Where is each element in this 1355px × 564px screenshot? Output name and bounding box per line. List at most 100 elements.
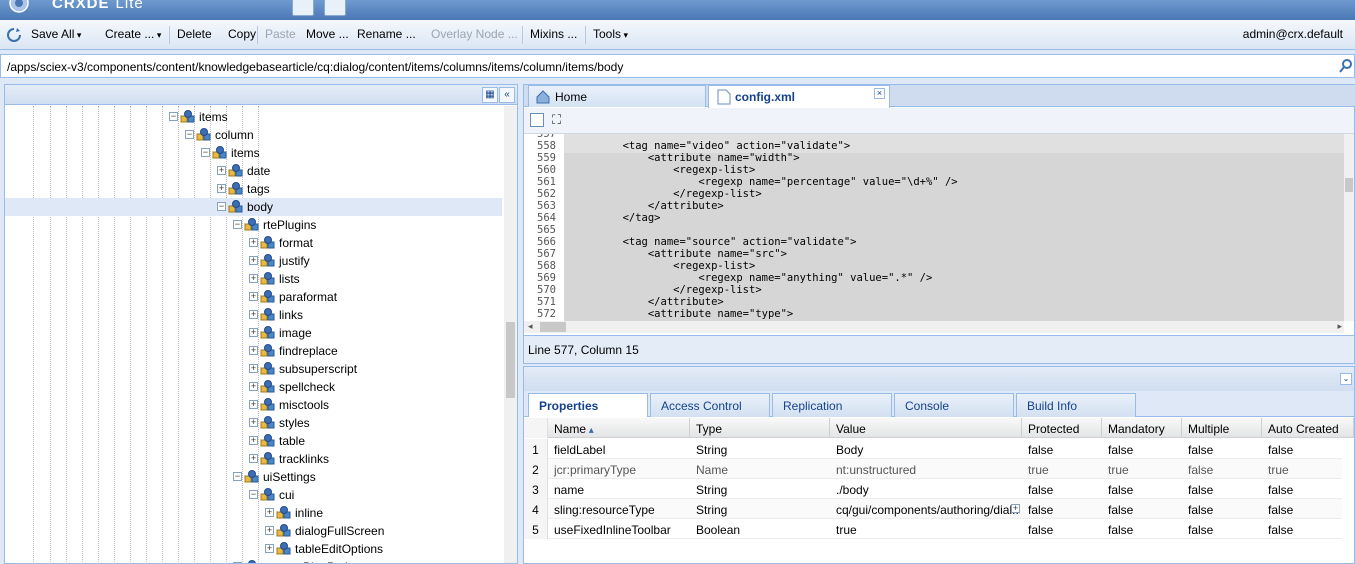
- collapse-toggle-icon[interactable]: −: [249, 490, 258, 499]
- expand-toggle-icon[interactable]: +: [265, 544, 274, 553]
- collapse-down-icon[interactable]: ⌄: [1340, 373, 1352, 385]
- collapse-panel-icon[interactable]: «: [499, 87, 515, 103]
- tree-node-dialogfullscreen[interactable]: + dialogFullScreen: [5, 522, 502, 540]
- cell-mandatory[interactable]: false: [1108, 483, 1180, 497]
- cell-multiple[interactable]: false: [1188, 443, 1260, 457]
- tree-node-uisettings[interactable]: − uiSettings: [5, 468, 502, 486]
- cell-protected[interactable]: false: [1028, 483, 1100, 497]
- save-all-button[interactable]: Save All ▾: [31, 27, 81, 41]
- expand-value-icon[interactable]: +: [1011, 504, 1020, 513]
- cell-value[interactable]: ./body: [836, 483, 1020, 497]
- delete-button[interactable]: Delete: [177, 27, 212, 41]
- expand-toggle-icon[interactable]: +: [249, 400, 258, 409]
- tree-node-inline[interactable]: + inline: [5, 504, 502, 522]
- cell-name[interactable]: useFixedInlineToolbar: [554, 523, 688, 537]
- expand-toggle-icon[interactable]: +: [249, 310, 258, 319]
- create-button[interactable]: Create ... ▾: [105, 27, 161, 41]
- tab-access-control[interactable]: Access Control: [650, 393, 770, 417]
- expand-toggle-icon[interactable]: +: [265, 508, 274, 517]
- tree-node-misctools[interactable]: + misctools: [5, 396, 502, 414]
- move-button[interactable]: Move ...: [306, 27, 349, 41]
- tree-node-rteplugins[interactable]: − rtePlugins: [5, 216, 502, 234]
- cell-type[interactable]: String: [696, 443, 828, 457]
- search-icon[interactable]: [1338, 58, 1354, 74]
- cell-mandatory[interactable]: false: [1108, 523, 1180, 537]
- cell-protected[interactable]: false: [1028, 523, 1100, 537]
- tab-console[interactable]: Console: [894, 393, 1014, 417]
- tree-node-date[interactable]: + date: [5, 162, 502, 180]
- expand-toggle-icon[interactable]: +: [249, 346, 258, 355]
- collapse-toggle-icon[interactable]: −: [233, 220, 242, 229]
- user-label[interactable]: admin@crx.default: [1243, 27, 1343, 41]
- tree-node-body[interactable]: − body: [5, 198, 502, 216]
- tab-home[interactable]: Home: [528, 85, 706, 107]
- tree-node-justify[interactable]: + justify: [5, 252, 502, 270]
- cell-auto[interactable]: false: [1268, 503, 1352, 517]
- tree-node-lists[interactable]: + lists: [5, 270, 502, 288]
- tree-node-supportplanpath[interactable]: +supportPlanPath: [5, 558, 502, 563]
- column-header-auto-created[interactable]: Auto Created: [1262, 418, 1354, 438]
- expand-toggle-icon[interactable]: +: [249, 238, 258, 247]
- tools-button[interactable]: Tools ▾: [593, 27, 628, 41]
- table-row[interactable]: 2 jcr:primaryType Name nt:unstructured true t…: [524, 459, 1342, 479]
- expand-toggle-icon[interactable]: +: [249, 274, 258, 283]
- refresh-icon[interactable]: [6, 27, 22, 43]
- close-tab-icon[interactable]: ×: [874, 88, 885, 99]
- expand-toggle-icon[interactable]: +: [249, 292, 258, 301]
- cell-type[interactable]: String: [696, 483, 828, 497]
- tab-properties[interactable]: Properties: [528, 393, 648, 417]
- tree-node-image[interactable]: + image: [5, 324, 502, 342]
- rename-button[interactable]: Rename ...: [357, 27, 416, 41]
- expand-toggle-icon[interactable]: +: [265, 526, 274, 535]
- editor-vscrollbar[interactable]: [1344, 134, 1354, 321]
- find-icon[interactable]: ⛶: [552, 112, 561, 128]
- cell-protected[interactable]: true: [1028, 463, 1100, 477]
- cell-mandatory[interactable]: false: [1108, 443, 1180, 457]
- collapse-toggle-icon[interactable]: −: [233, 472, 242, 481]
- expand-toggle-icon[interactable]: +: [249, 328, 258, 337]
- cell-multiple[interactable]: false: [1188, 483, 1260, 497]
- tree-node-tracklinks[interactable]: + tracklinks: [5, 450, 502, 468]
- tree-node-items[interactable]: − items: [5, 108, 502, 126]
- cell-mandatory[interactable]: true: [1108, 463, 1180, 477]
- table-row[interactable]: 1 fieldLabel String Body false false false fals…: [524, 439, 1342, 459]
- cell-auto[interactable]: false: [1268, 523, 1352, 537]
- column-header-value[interactable]: Value: [830, 418, 1022, 438]
- tree-node-tags[interactable]: + tags: [5, 180, 502, 198]
- expand-toggle-icon[interactable]: +: [217, 184, 226, 193]
- mixins-button[interactable]: Mixins ...: [530, 27, 577, 41]
- cell-multiple[interactable]: false: [1188, 523, 1260, 537]
- code-editor[interactable]: 557 558 559 560 561 562 563 564 565 566 567 568 569 5…: [524, 134, 1344, 321]
- tree-node-items[interactable]: − items: [5, 144, 502, 162]
- table-row[interactable]: 4 sling:resourceType String cq/gui/componen…: [524, 499, 1342, 519]
- cell-multiple[interactable]: false: [1188, 503, 1260, 517]
- tab-replication[interactable]: Replication: [772, 393, 892, 417]
- cell-name[interactable]: jcr:primaryType: [554, 463, 688, 477]
- copy-button[interactable]: Copy: [228, 27, 256, 41]
- cell-name[interactable]: sling:resourceType: [554, 503, 688, 517]
- column-header-name[interactable]: Name ▴: [548, 418, 690, 438]
- cell-value[interactable]: true: [836, 523, 1020, 537]
- column-header-type[interactable]: Type: [690, 418, 830, 438]
- cell-type[interactable]: Name: [696, 463, 828, 477]
- path-input[interactable]: /apps/sciex-v3/components/content/knowle…: [7, 60, 623, 74]
- cell-mandatory[interactable]: false: [1108, 503, 1180, 517]
- editor-hscrollbar[interactable]: ◂ ▸: [524, 321, 1344, 333]
- tree-node-spellcheck[interactable]: + spellcheck: [5, 378, 502, 396]
- tab-config-xml[interactable]: config.xml ×: [708, 85, 890, 108]
- tree-node-findreplace[interactable]: + findreplace: [5, 342, 502, 360]
- tree-node-links[interactable]: + links: [5, 306, 502, 324]
- expand-toggle-icon[interactable]: +: [249, 382, 258, 391]
- format-icon[interactable]: [530, 113, 544, 127]
- collapse-toggle-icon[interactable]: −: [217, 202, 226, 211]
- tree-node-subsuperscript[interactable]: + subsuperscript: [5, 360, 502, 378]
- package-icon[interactable]: [324, 0, 346, 16]
- cell-name[interactable]: fieldLabel: [554, 443, 688, 457]
- cell-value[interactable]: Body: [836, 443, 1020, 457]
- table-row[interactable]: 5 useFixedInlineToolbar Boolean true false fa…: [524, 519, 1342, 539]
- tree-node-cui[interactable]: − cui: [5, 486, 502, 504]
- cell-value[interactable]: cq/gui/components/authoring/dial...: [836, 503, 1020, 517]
- expand-toggle-icon[interactable]: +: [249, 436, 258, 445]
- tree-scroll-thumb[interactable]: [506, 322, 515, 398]
- cell-protected[interactable]: false: [1028, 443, 1100, 457]
